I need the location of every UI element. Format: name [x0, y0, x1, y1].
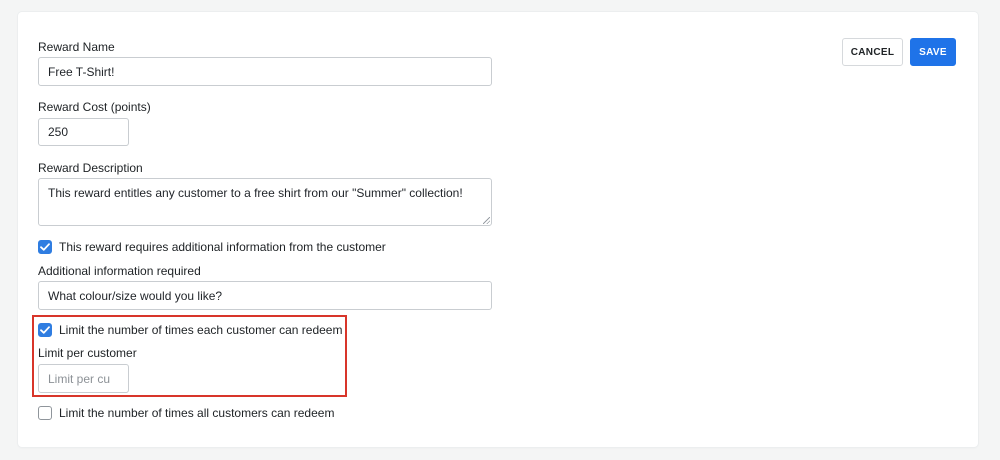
requires-info-row[interactable]: This reward requires additional informat…: [38, 239, 386, 255]
save-button[interactable]: SAVE: [910, 38, 956, 66]
limit-each-customer-row[interactable]: Limit the number of times each customer …: [38, 322, 342, 338]
limit-all-customers-checkbox[interactable]: [38, 406, 52, 420]
reward-description-textarea[interactable]: [38, 178, 492, 226]
checkmark-icon: [40, 243, 50, 251]
limit-each-customer-checkbox[interactable]: [38, 323, 52, 337]
additional-info-input[interactable]: [38, 281, 492, 310]
limit-each-customer-label: Limit the number of times each customer …: [59, 323, 343, 337]
checkmark-icon: [40, 326, 50, 334]
additional-info-label: Additional information required: [38, 264, 201, 278]
reward-cost-label: Reward Cost (points): [38, 100, 151, 114]
cancel-button[interactable]: CANCEL: [842, 38, 903, 66]
resize-grip-icon[interactable]: [483, 217, 490, 224]
reward-name-label: Reward Name: [38, 40, 115, 54]
reward-description-label: Reward Description: [38, 161, 143, 175]
limit-all-customers-label: Limit the number of times all customers …: [59, 406, 335, 420]
requires-info-label: This reward requires additional informat…: [59, 240, 386, 254]
requires-info-checkbox[interactable]: [38, 240, 52, 254]
reward-name-input[interactable]: [38, 57, 492, 86]
limit-per-customer-label: Limit per customer: [38, 346, 137, 360]
reward-cost-input[interactable]: [38, 118, 129, 146]
limit-all-customers-row[interactable]: Limit the number of times all customers …: [38, 405, 334, 421]
limit-per-customer-input[interactable]: [38, 364, 129, 393]
reward-form-card: Reward Name Reward Cost (points) Reward …: [18, 12, 978, 447]
reward-description-wrapper: [38, 178, 492, 226]
